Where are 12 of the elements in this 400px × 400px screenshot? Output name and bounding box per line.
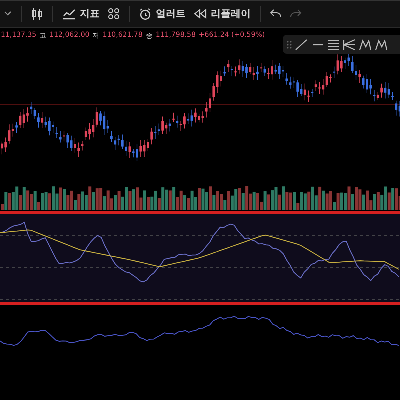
alert-button[interactable]: 얼러트: [135, 5, 190, 23]
replay-button[interactable]: 리플레이: [190, 5, 255, 23]
indicators-button[interactable]: 지표: [58, 5, 104, 23]
rewind-icon: [194, 9, 207, 19]
pattern-icon[interactable]: [359, 38, 372, 50]
chart-line-icon: [62, 8, 76, 20]
alarm-clock-icon: [139, 8, 152, 20]
parallel-lines-icon[interactable]: [327, 38, 340, 50]
drag-handle-icon[interactable]: [287, 40, 292, 50]
pattern-icon[interactable]: [375, 38, 388, 50]
pitchfork-icon[interactable]: [343, 38, 356, 50]
trend-line-icon[interactable]: [295, 38, 308, 50]
